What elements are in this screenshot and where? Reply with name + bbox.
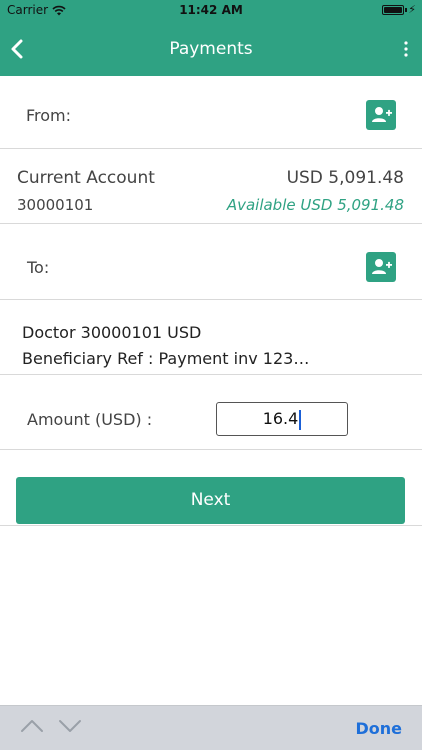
amount-value: 16.4	[262, 409, 299, 428]
navigation-bar: Payments	[0, 22, 422, 76]
account-number: 30000101	[17, 196, 94, 214]
chevron-down-icon[interactable]	[58, 718, 82, 734]
done-button[interactable]: Done	[355, 719, 402, 738]
beneficiary-reference: Beneficiary Ref : Payment inv 123…	[22, 349, 310, 368]
amount-label: Amount (USD) :	[27, 410, 153, 429]
beneficiary-name: Doctor 30000101 USD	[22, 323, 202, 342]
battery-tip	[405, 8, 407, 12]
chevron-up-icon[interactable]	[20, 718, 44, 734]
divider	[0, 525, 422, 526]
charging-icon: ⚡	[408, 3, 416, 16]
status-time: 11:42 AM	[179, 3, 243, 17]
keyboard-accessory-bar: Done	[0, 705, 422, 750]
from-label: From:	[26, 106, 72, 125]
add-contact-icon	[372, 107, 392, 122]
available-balance: Available USD 5,091.48	[226, 196, 404, 214]
battery-icon	[382, 5, 404, 15]
account-balance: USD 5,091.48	[286, 168, 404, 188]
account-name: Current Account	[17, 168, 155, 188]
status-bar: Carrier 11:42 AM ⚡	[0, 0, 422, 22]
next-button[interactable]: Next	[16, 477, 405, 524]
from-contact-button[interactable]	[366, 100, 396, 130]
to-label: To:	[27, 258, 50, 277]
beneficiary-row[interactable]: Doctor 30000101 USD Beneficiary Ref : Pa…	[0, 300, 422, 375]
text-caret	[299, 409, 302, 430]
source-account-row[interactable]: Current Account 30000101 USD 5,091.48 Av…	[0, 149, 422, 224]
amount-input[interactable]: 16.4	[216, 402, 348, 436]
from-row: From:	[0, 76, 422, 149]
more-options-icon[interactable]	[402, 38, 410, 60]
page-title: Payments	[169, 39, 253, 59]
to-contact-button[interactable]	[366, 252, 396, 282]
amount-row: Amount (USD) : 16.4	[0, 375, 422, 450]
add-contact-icon	[372, 259, 392, 274]
to-row: To:	[0, 224, 422, 300]
